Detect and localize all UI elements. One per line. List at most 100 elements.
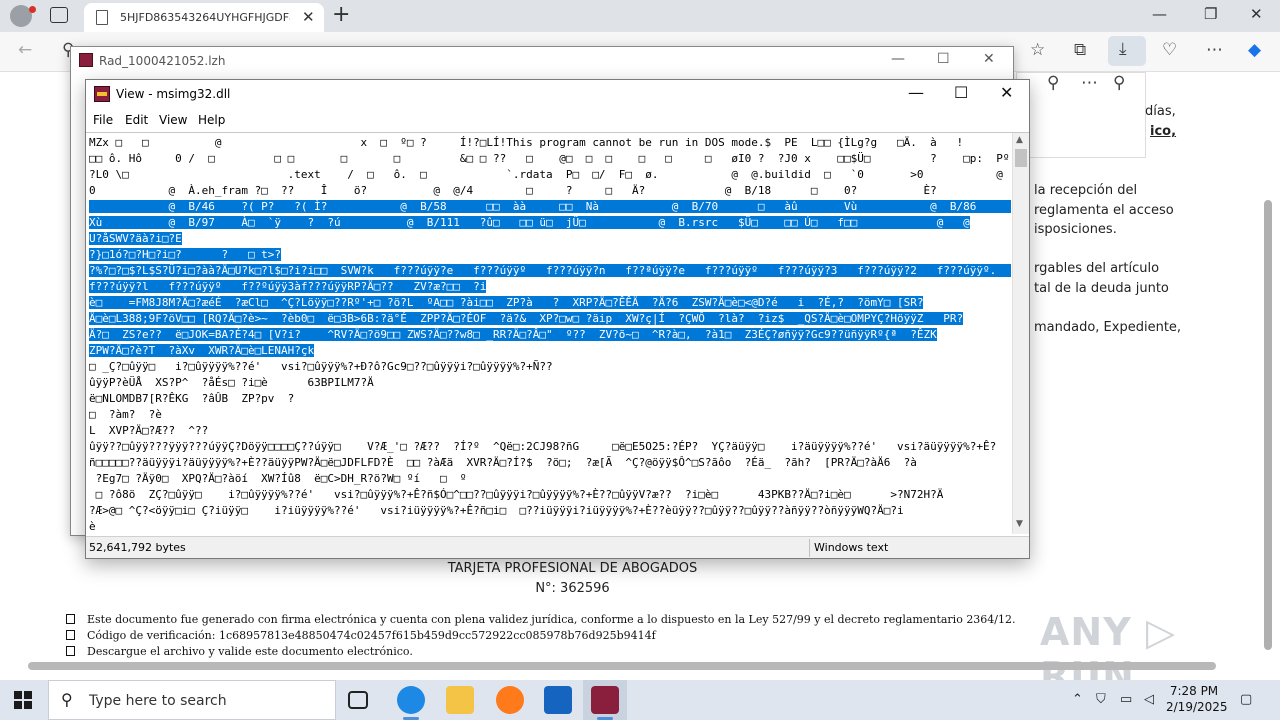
viewer-titlebar[interactable]: View - msimg32.dll — ☐ ✕ (86, 80, 1029, 110)
taskbar: ⚲ Type here to search ⌃ ⛉ ▭ ◁ 7:28 PM 2/… (0, 680, 1280, 720)
notifications-icon[interactable]: ▢ (1240, 692, 1252, 707)
network-icon[interactable]: ⛉ (1096, 692, 1106, 707)
scroll-up-icon[interactable]: ▲ (1016, 135, 1023, 145)
wifi-icon[interactable]: ▭ (1120, 692, 1132, 707)
back-icon[interactable]: ← (18, 40, 32, 60)
text-line[interactable]: L XVP?Ä□?Æ?? ^?? (89, 423, 1011, 439)
scroll-down-icon[interactable]: ▼ (1016, 519, 1023, 529)
collections-icon[interactable]: ⧉ (1074, 40, 1086, 60)
text-line[interactable]: è (89, 519, 1011, 534)
text-line[interactable]: ë□NLOMDB7[R?ÊKG ?âÛB ZP?pv ? (89, 391, 1011, 407)
vertical-scrollbar[interactable] (1264, 200, 1272, 650)
viewer-maximize-button[interactable]: ☐ (954, 83, 968, 102)
volume-icon[interactable]: ◁ (1144, 692, 1154, 707)
chevron-up-icon[interactable]: ⌃ (1072, 692, 1083, 707)
file-explorer-icon[interactable] (446, 686, 474, 714)
text-line[interactable]: ?}□1ó?□?H□?i□? ? □ t>? (89, 247, 1011, 263)
pdf-text: la recepción del (1034, 183, 1138, 198)
text-line[interactable]: ûÿÿP?èÜÅ XS?P^ ?åÉs□ ?i□è 63BPILM7?Ä (89, 375, 1011, 391)
pdf-text: rgables del artículo (1034, 261, 1160, 276)
viewer-close-button[interactable]: ✕ (1000, 83, 1013, 102)
search-icon[interactable]: ⚲ (1047, 73, 1059, 93)
file-size: 52,641,792 bytes (89, 541, 186, 554)
edge-icon[interactable] (397, 686, 425, 714)
status-divider (809, 539, 810, 557)
viewer-text-area[interactable]: MZx □ □ @ x □ º□ ? Í!?□LÍ!This program c… (86, 132, 1029, 534)
pdf-text: tal de la deuda junto (1034, 281, 1169, 296)
text-line[interactable]: 0 @ À.eh_fram ?□ ?? Î ö? @ @/4 □ ? □ Ä? … (89, 183, 1011, 199)
text-line[interactable]: U?åSWV?äà?i□?E (89, 231, 1011, 247)
winrar-icon[interactable] (591, 686, 619, 714)
encoding-label: Windows text (814, 541, 889, 554)
outlook-icon[interactable] (544, 686, 572, 714)
text-line[interactable]: □ ?ô8ö ZÇ?□ûÿÿ□ i?□ûÿÿÿÿ%??é' vsi?□ûÿÿÿ%… (89, 487, 1011, 503)
search-icon: ⚲ (61, 690, 73, 709)
task-view-icon[interactable] (348, 691, 368, 709)
file-viewer-window: View - msimg32.dll — ☐ ✕ File Edit View … (85, 79, 1030, 559)
windows-start-button[interactable] (14, 691, 32, 709)
taskbar-clock[interactable]: 7:28 PM 2/19/2025 (1166, 683, 1228, 715)
firefox-icon[interactable] (496, 686, 524, 714)
text-line[interactable]: ?%?□?□$?L$S?Ü?i□?àà?Ä□U?k□?l$□?i?i□□ SVW… (89, 263, 1011, 279)
card-number: N°: 362596 (535, 581, 610, 596)
downloads-button[interactable]: ⤓ (1108, 36, 1146, 66)
more-icon[interactable]: ⋯ (1206, 40, 1223, 60)
tab-close-button[interactable]: ✕ (302, 8, 315, 26)
bullet-icon (66, 646, 75, 656)
tab-actions-icon[interactable] (50, 7, 68, 23)
pdf-text: reglamenta el acceso (1034, 203, 1174, 218)
browser-restore-button[interactable]: ❐ (1204, 5, 1217, 23)
pin-icon[interactable]: ⚲ (1113, 73, 1125, 93)
pdf-note-text: Descargue el archivo y valide este docum… (87, 645, 413, 658)
archive-maximize-button[interactable]: ☐ (937, 51, 950, 67)
archive-close-button[interactable]: ✕ (983, 51, 995, 67)
archive-window-title: Rad_1000421052.lzh (99, 54, 226, 68)
taskbar-search[interactable]: ⚲ Type here to search (48, 680, 336, 720)
text-line[interactable]: è□ =FM8J8M?Ä□?æéÉ ?æCl□ ^Ç?Löÿÿ□??Rº'+□ … (89, 295, 1011, 311)
scroll-thumb[interactable] (1015, 149, 1027, 167)
text-line[interactable]: □ _Ç?□ûÿÿ□ i?□ûÿÿÿÿ%??é' vsi?□ûÿÿÿ%?+Ð?ô… (89, 359, 1011, 375)
new-tab-button[interactable]: + (332, 2, 350, 27)
menu-help[interactable]: Help (198, 113, 225, 127)
pdf-toolbar-popup: ⚲ ⋯ ⚲ (1016, 72, 1146, 158)
viewer-menubar: File Edit View Help (86, 110, 1029, 132)
text-line[interactable]: ZPW?Ä□?è?T ?àXv XWR?Ä□è□LENAH?çk (89, 343, 1011, 359)
text-line[interactable]: @ B/46 ?( P? ?( Ì? @ B/58 □□ àà □□ Nà @ … (89, 199, 1011, 215)
text-line[interactable]: ?Eg7□ ?Äÿ0□ XPQ?Ä□?àöí XW?Íû8 ë□C>DH_R?ö… (89, 471, 1011, 487)
menu-view[interactable]: View (159, 113, 187, 127)
text-line[interactable]: ?L0 \□ .text / □ ô. □ `.rdata P□ □/ F□ ø… (89, 167, 1011, 183)
heartbeat-icon[interactable]: ♡ (1162, 40, 1177, 60)
browser-minimize-button[interactable]: — (1152, 5, 1167, 23)
copilot-icon[interactable]: ◆ (1248, 40, 1261, 60)
text-line[interactable]: MZx □ □ @ x □ º□ ? Í!?□LÍ!This program c… (89, 135, 1011, 151)
menu-edit[interactable]: Edit (125, 113, 148, 127)
browser-tab-strip: 5HJFD863543264UYHGFHJGDF86 ✕ + — ❐ ✕ (0, 0, 1280, 32)
text-line[interactable]: Ä?□ ZS?e?? ë□JOK=BA?É?4□ [V?i? ^RV?Ä□?ö9… (89, 327, 1011, 343)
text-line[interactable]: Ä□è□L388;9F?öV□□ [RQ?Ä□?è>~ ?èb0□ ë□3B>6… (89, 311, 1011, 327)
pdf-note-text: Este documento fue generado con firma el… (87, 613, 1016, 626)
search-placeholder: Type here to search (89, 693, 227, 709)
bullet-icon (66, 630, 75, 640)
text-line[interactable]: ñ□□□□□??äüÿÿÿi?äüÿÿÿÿ%?+È??äüÿÿPW?Ä□ë□JD… (89, 455, 1011, 471)
favorite-icon[interactable]: ☆ (1030, 40, 1045, 60)
horizontal-scrollbar[interactable] (28, 662, 1216, 670)
archive-minimize-button[interactable]: — (891, 51, 905, 67)
viewer-scrollbar[interactable]: ▲ ▼ (1012, 133, 1029, 534)
text-line[interactable]: □□ ô. Hô 0 / □ □ □ □ □ &□ □ ?? □ @□ □ □ … (89, 151, 1011, 167)
text-line[interactable]: Xù @ B/97 À□ `ÿ ? ?ú @ B/111 ?û□ □□ ü□ j… (89, 215, 1011, 231)
browser-close-button[interactable]: ✕ (1250, 5, 1263, 23)
viewer-title: View - msimg32.dll (116, 87, 231, 101)
text-line[interactable]: □ ?àm? ?è (89, 407, 1011, 423)
viewer-minimize-button[interactable]: — (908, 83, 924, 102)
winrar-icon (94, 86, 110, 102)
text-line[interactable]: f???úÿÿ?l f???úÿÿº f??ºúÿÿ3àf???úÿÿRP?Ä□… (89, 279, 1011, 295)
clock-time: 7:28 PM (1169, 684, 1219, 698)
more-icon[interactable]: ⋯ (1081, 73, 1098, 93)
binary-text-content[interactable]: MZx □ □ @ x □ º□ ? Í!?□LÍ!This program c… (89, 135, 1011, 534)
text-line[interactable]: ?Æ>@□ ^Ç?<öÿÿ□i□ Ç?iüÿÿ□ i?iüÿÿÿÿ%??é' v… (89, 503, 1011, 519)
menu-file[interactable]: File (93, 113, 113, 127)
pdf-note: Código de verificación: 1c68957813e48850… (66, 629, 656, 642)
text-line[interactable]: ûÿÿ??□ûÿÿ???ÿÿÿ???úÿÿÇ?Döÿÿ□□□□Ç??úÿÿ□ V… (89, 439, 1011, 455)
browser-tab[interactable]: 5HJFD863543264UYHGFHJGDF86 ✕ (84, 3, 324, 32)
pdf-note: Este documento fue generado con firma el… (66, 613, 1016, 626)
